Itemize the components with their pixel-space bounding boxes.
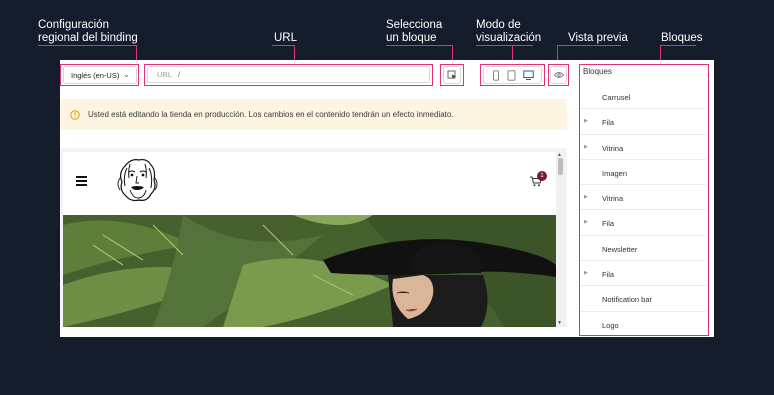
store-preview: 1 — [63, 152, 556, 327]
preview-button[interactable] — [550, 66, 567, 84]
block-item-label: Vitrina — [602, 143, 624, 153]
callout-view-mode: Modo de visualización — [476, 19, 542, 44]
callout-line-view-h — [476, 45, 533, 46]
caret-right-icon[interactable]: ▶ — [584, 194, 588, 200]
warning-icon — [70, 109, 80, 120]
preview-scrollbar[interactable]: ▲ ▼ — [556, 152, 565, 327]
blocks-panel-title: Bloques — [583, 67, 612, 76]
warning-banner: Usted está editando la tienda en producc… — [60, 99, 567, 130]
callout-url: URL — [274, 32, 298, 44]
callout-select-block: Selecciona un bloque — [386, 19, 443, 44]
block-item-label: Vitrina — [602, 194, 624, 204]
block-item-label: Imagen — [602, 168, 628, 178]
blocks-list: Carrusel ▶ Fila ▶ Vitrina Imagen ▶ Vitrina … — [580, 84, 706, 334]
block-item[interactable]: Carrusel — [580, 84, 706, 110]
desktop-icon[interactable] — [522, 70, 534, 81]
view-mode-group — [483, 66, 542, 84]
url-value: / — [178, 70, 181, 79]
block-item-label: Fila — [602, 219, 615, 229]
caret-right-icon[interactable]: ▶ — [584, 118, 588, 124]
block-item[interactable]: ▶ Fila — [580, 261, 706, 287]
url-input[interactable]: URL / — [147, 66, 430, 83]
block-item-label: Fila — [602, 118, 615, 128]
store-header: 1 — [63, 152, 556, 215]
blocks-panel: Bloques Carrusel ▶ Fila ▶ Vitrina Imagen ▶… — [580, 66, 708, 334]
caret-right-icon[interactable]: ▶ — [584, 219, 588, 225]
warning-text: Usted está editando la tienda en producc… — [88, 110, 454, 119]
callout-blocks: Bloques — [661, 32, 703, 44]
block-item-label: Newsletter — [602, 244, 638, 254]
block-item-label: Notification bar — [602, 295, 653, 305]
block-item[interactable]: ▶ Fila — [580, 210, 706, 236]
select-block-button[interactable] — [443, 66, 461, 84]
caret-right-icon[interactable]: ▶ — [584, 270, 588, 276]
block-item-label: Logo — [602, 320, 619, 330]
block-item[interactable]: ▶ Vitrina — [580, 185, 706, 211]
tablet-icon[interactable] — [507, 69, 516, 81]
callout-line-url-h — [272, 45, 294, 46]
locale-select[interactable]: Inglés (en-US) ⌄ — [63, 66, 137, 84]
callout-line-locale-h — [38, 45, 137, 46]
block-item[interactable]: Logo — [580, 312, 706, 334]
block-item[interactable]: ▶ Vitrina — [580, 135, 706, 160]
chevron-down-icon: ⌄ — [123, 72, 130, 79]
hero-image[interactable] — [63, 215, 556, 327]
block-item[interactable]: ▶ Fila — [580, 109, 706, 135]
hamburger-menu-icon[interactable] — [76, 176, 87, 186]
callout-preview: Vista previa — [568, 32, 628, 44]
store-logo[interactable] — [109, 156, 164, 206]
callout-line-blocks-h — [660, 45, 696, 46]
url-prefix: URL — [157, 70, 173, 79]
scrollbar-thumb[interactable] — [558, 158, 563, 175]
callout-line-preview-h — [557, 45, 621, 46]
block-item[interactable]: Imagen — [580, 160, 706, 186]
cart-count-badge: 1 — [537, 171, 547, 181]
scroll-down-icon[interactable]: ▼ — [557, 320, 562, 326]
block-item-label: Carrusel — [602, 93, 631, 102]
cursor-select-icon — [447, 70, 456, 79]
eye-icon — [553, 72, 564, 78]
mobile-icon[interactable] — [492, 69, 500, 81]
callout-line-select-h — [386, 45, 452, 46]
block-item-label: Fila — [602, 270, 615, 280]
locale-value: Inglés (en-US) — [71, 70, 120, 80]
callout-locale: Configuración regional del binding — [38, 19, 138, 44]
block-item[interactable]: Newsletter — [580, 236, 706, 262]
caret-right-icon[interactable]: ▶ — [584, 144, 588, 150]
block-item[interactable]: Notification bar — [580, 286, 706, 312]
